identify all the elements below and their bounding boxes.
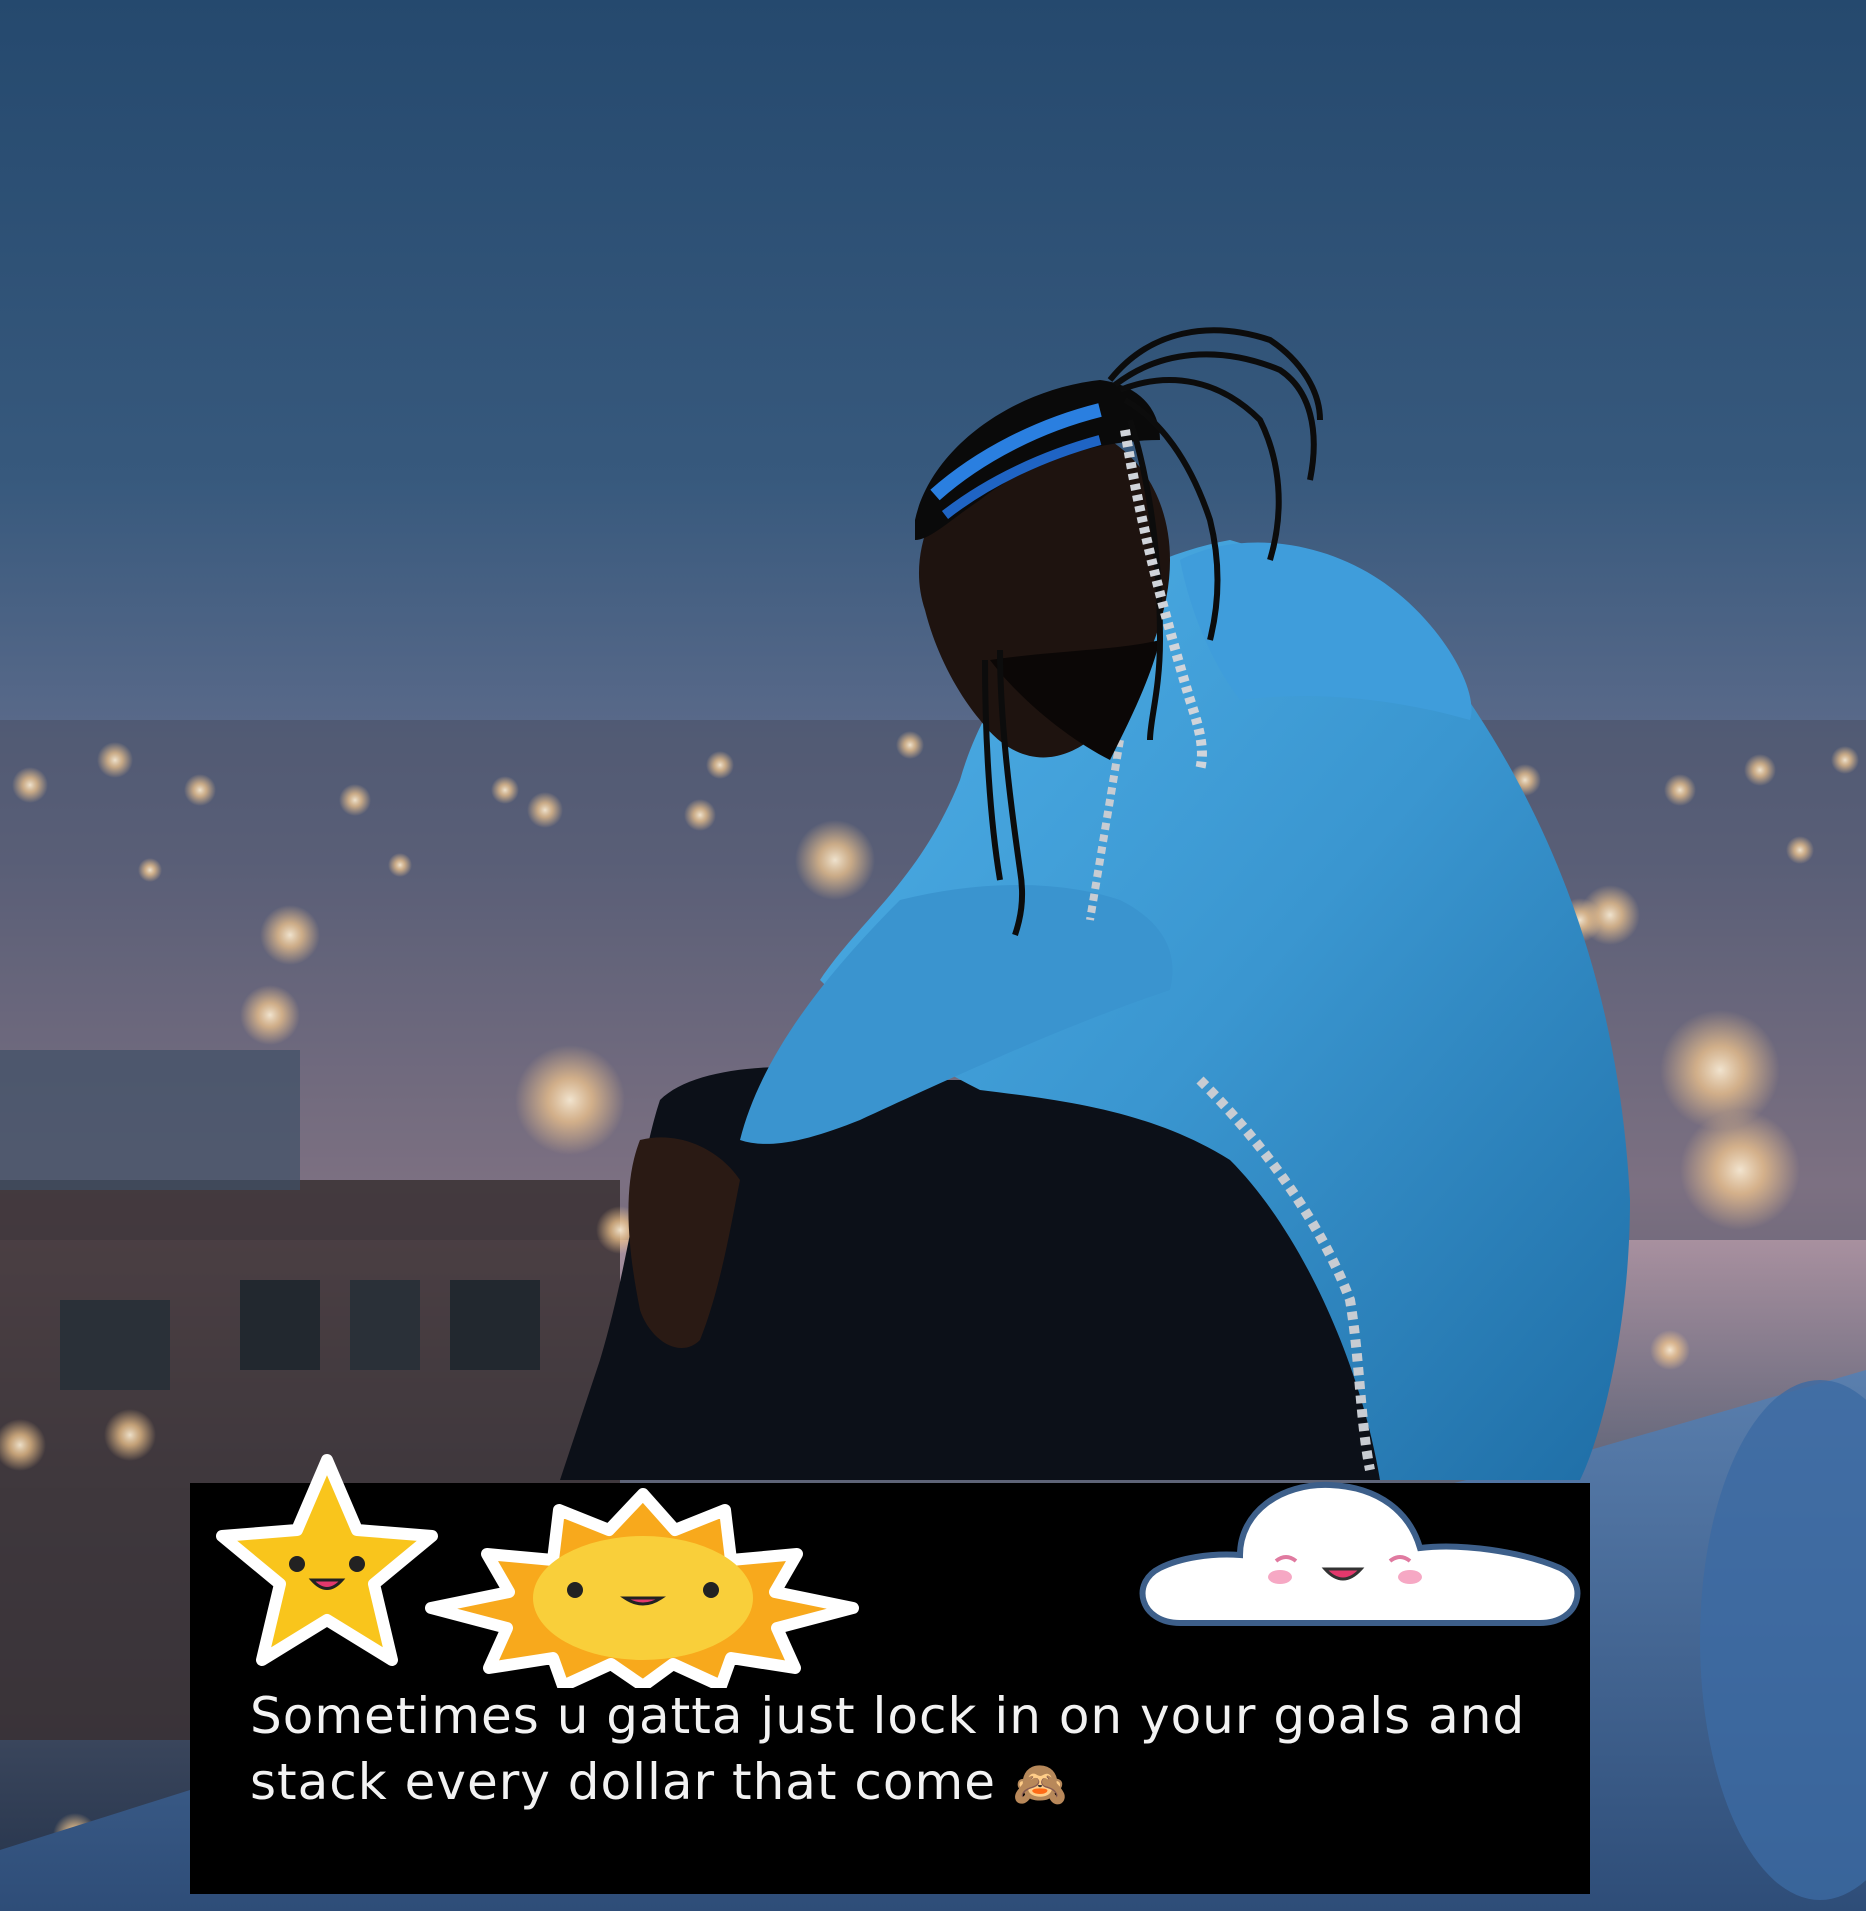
smiling-cloud-icon	[1120, 1473, 1595, 1633]
photo-scene: Sometimes u gatta just lock in on your g…	[0, 0, 1866, 1911]
caption-text: Sometimes u gatta just lock in on your g…	[250, 1683, 1570, 1818]
smiling-star-icon	[212, 1452, 442, 1672]
see-no-evil-monkey-icon: 🙈	[1012, 1759, 1069, 1810]
caption-message: Sometimes u gatta just lock in on your g…	[250, 1687, 1543, 1811]
smiling-sun-icon	[425, 1488, 860, 1688]
